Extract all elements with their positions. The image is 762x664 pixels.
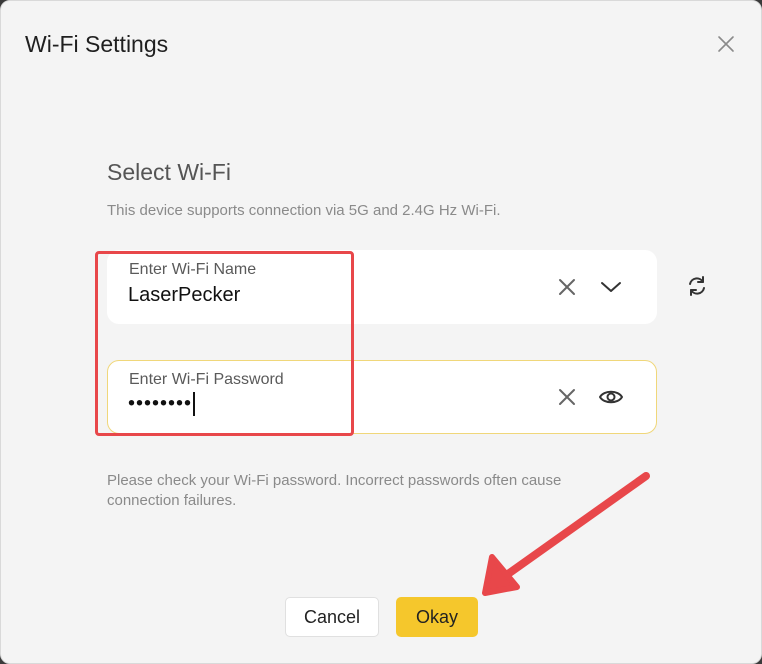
close-button[interactable] — [713, 31, 739, 57]
wifi-name-input[interactable]: LaserPecker — [128, 284, 428, 307]
section-title: Select Wi-Fi — [107, 159, 231, 185]
clear-icon — [559, 389, 575, 405]
dialog-title: Wi-Fi Settings — [25, 31, 169, 57]
cancel-button[interactable]: Cancel — [285, 597, 379, 637]
wifi-dropdown-button[interactable] — [597, 273, 625, 301]
wifi-name-field[interactable]: Enter Wi-Fi Name LaserPecker — [107, 250, 657, 324]
wifi-password-label: Enter Wi-Fi Password — [129, 371, 284, 388]
text-caret — [193, 392, 195, 416]
refresh-icon — [689, 276, 705, 296]
clear-icon — [559, 279, 575, 295]
close-icon — [718, 36, 734, 52]
refresh-wifi-button[interactable] — [683, 272, 711, 300]
wifi-password-value: •••••••• — [128, 392, 193, 415]
chevron-down-icon — [601, 282, 621, 292]
wifi-settings-dialog: Wi-Fi Settings Select Wi-Fi This device … — [0, 0, 762, 664]
annotation-arrow — [482, 472, 650, 596]
section-subtitle: This device supports connection via 5G a… — [107, 202, 501, 219]
clear-password-button[interactable] — [553, 383, 581, 411]
clear-wifi-name-button[interactable] — [553, 273, 581, 301]
wifi-password-input[interactable]: •••••••• — [128, 392, 428, 416]
wifi-name-label: Enter Wi-Fi Name — [129, 261, 257, 278]
show-password-button[interactable] — [597, 383, 625, 411]
okay-button[interactable]: Okay — [396, 597, 478, 637]
eye-icon — [599, 390, 623, 404]
password-hint: Please check your Wi-Fi password. Incorr… — [107, 472, 562, 509]
wifi-password-field[interactable]: Enter Wi-Fi Password •••••••• — [107, 360, 657, 434]
